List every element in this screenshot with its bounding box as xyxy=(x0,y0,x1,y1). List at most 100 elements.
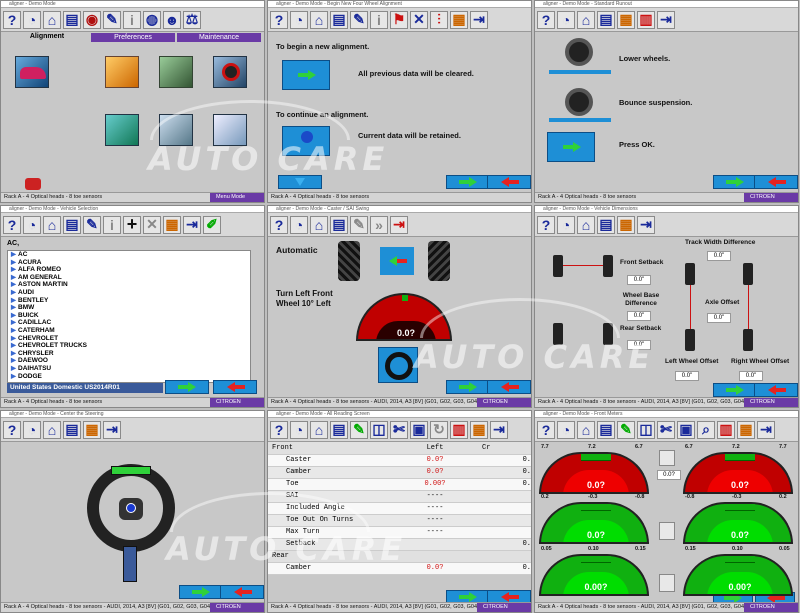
continue-button[interactable] xyxy=(282,126,330,156)
cancel-button[interactable] xyxy=(487,175,531,189)
steps-icon[interactable]: ▦ xyxy=(450,10,468,29)
edit-icon[interactable]: ✐ xyxy=(203,215,221,234)
ok-button[interactable] xyxy=(713,175,757,189)
help-icon[interactable]: ? xyxy=(537,420,555,439)
next-icon[interactable]: ⇥ xyxy=(657,10,675,29)
home-icon[interactable]: ⌂ xyxy=(43,215,61,234)
list-item[interactable]: ▶ AUDI xyxy=(8,289,250,297)
cancel-button[interactable] xyxy=(754,175,798,189)
gauge-icon[interactable]: ◔ xyxy=(23,420,41,439)
list-item[interactable]: ▶ CATERHAM xyxy=(8,327,250,335)
gauge-icon[interactable]: ◔ xyxy=(557,215,575,234)
gauge-icon[interactable]: ◔ xyxy=(290,10,308,29)
begin-new-button[interactable] xyxy=(282,60,330,90)
make-list[interactable]: ▶ AC ▶ ACURA ▶ ALFA ROMEO ▶ AM GENERAL ▶ ASTON MA… xyxy=(7,250,251,383)
tools-icon[interactable]: ✎ xyxy=(103,10,121,29)
list-item[interactable]: ▶ BMW xyxy=(8,304,250,312)
home-icon[interactable]: ⌂ xyxy=(310,10,328,29)
print-icon[interactable]: ▤ xyxy=(597,215,615,234)
delete-icon[interactable]: ✕ xyxy=(143,215,161,234)
help-icon[interactable]: ? xyxy=(270,420,288,439)
list-item[interactable]: ▶ DAIHATSU xyxy=(8,365,250,373)
home-icon[interactable]: ⌂ xyxy=(310,420,328,439)
operator-button[interactable] xyxy=(213,114,247,146)
next-icon[interactable]: ⇥ xyxy=(390,215,408,234)
print-icon[interactable]: ▤ xyxy=(597,10,615,29)
steps-icon[interactable]: ▦ xyxy=(470,420,488,439)
list-item[interactable]: ▶ AC xyxy=(8,251,250,259)
help-icon[interactable]: ? xyxy=(3,10,21,29)
ok-button[interactable] xyxy=(446,175,490,189)
gauge-icon[interactable]: ◔ xyxy=(557,10,575,29)
gauge-icon[interactable]: ◔ xyxy=(290,420,308,439)
cancel-button[interactable] xyxy=(213,380,257,394)
list-item[interactable]: ▶ CHEVROLET TRUCKS xyxy=(8,342,250,350)
skip-icon[interactable]: » xyxy=(370,215,388,234)
gauge-icon[interactable]: ◔ xyxy=(290,215,308,234)
list-item[interactable]: ▶ AM GENERAL xyxy=(8,274,250,282)
print-icon[interactable]: ▤ xyxy=(63,420,81,439)
home-icon[interactable]: ⌂ xyxy=(577,10,595,29)
camera-icon[interactable]: ▣ xyxy=(410,420,428,439)
next-icon[interactable]: ⇥ xyxy=(637,215,655,234)
cancel-button[interactable] xyxy=(220,585,264,599)
gauge-icon[interactable]: ◔ xyxy=(557,420,575,439)
down-button[interactable] xyxy=(278,175,322,189)
customer-icon[interactable]: ◉ xyxy=(83,10,101,29)
zoom-icon[interactable]: ⌕ xyxy=(697,420,715,439)
home-icon[interactable]: ⌂ xyxy=(577,215,595,234)
adjust-icon[interactable]: ✄ xyxy=(657,420,675,439)
help-icon[interactable]: ? xyxy=(270,10,288,29)
steps-icon[interactable]: ▦ xyxy=(617,215,635,234)
help-icon[interactable]: ? xyxy=(3,420,21,439)
tab-maintenance[interactable]: Maintenance xyxy=(177,33,261,42)
info-icon[interactable]: i xyxy=(103,215,121,234)
print-icon[interactable]: ▤ xyxy=(597,420,615,439)
user-icon[interactable]: ☻ xyxy=(163,10,181,29)
add-icon[interactable]: + xyxy=(123,214,141,234)
adjust-icon[interactable]: ✄ xyxy=(390,420,408,439)
wrench-icon[interactable]: ✎ xyxy=(617,420,635,439)
ok-button[interactable] xyxy=(446,380,490,394)
gauge-icon[interactable]: ◔ xyxy=(23,215,41,234)
scale-icon[interactable]: ⚖ xyxy=(183,10,201,29)
help-icon[interactable]: ? xyxy=(537,10,555,29)
steps-icon[interactable]: ▦ xyxy=(163,215,181,234)
print-icon[interactable]: ▤ xyxy=(330,215,348,234)
home-icon[interactable]: ⌂ xyxy=(577,420,595,439)
press-ok-button[interactable] xyxy=(547,132,595,162)
measure-button[interactable] xyxy=(159,56,193,88)
next-icon[interactable]: ⇥ xyxy=(757,420,775,439)
list-item[interactable]: ▶ BENTLEY xyxy=(8,297,250,305)
tab-alignment[interactable]: Alignment xyxy=(7,32,87,42)
ok-button[interactable] xyxy=(165,380,209,394)
camera-icon[interactable]: ▣ xyxy=(677,420,695,439)
steps-icon[interactable]: ▦ xyxy=(737,420,755,439)
tools-icon[interactable]: ✎ xyxy=(83,215,101,234)
list-item[interactable]: ▶ BUICK xyxy=(8,312,250,320)
vehicle-select-button[interactable] xyxy=(15,56,49,88)
home-icon[interactable]: ⌂ xyxy=(310,215,328,234)
gauge-icon[interactable]: ◔ xyxy=(23,10,41,29)
next-icon[interactable]: ⇥ xyxy=(103,420,121,439)
list-item[interactable]: ▶ CHRYSLER xyxy=(8,350,250,358)
tab-preferences[interactable]: Preferences xyxy=(91,33,175,42)
help-icon[interactable]: ? xyxy=(270,215,288,234)
specs-button[interactable] xyxy=(159,114,193,146)
print-icon[interactable]: ▤ xyxy=(63,215,81,234)
next-icon[interactable]: ⇥ xyxy=(470,10,488,29)
sensor-icon[interactable]: ▥ xyxy=(637,10,655,29)
ok-button[interactable] xyxy=(713,383,757,397)
chart-icon[interactable]: ▥ xyxy=(717,420,735,439)
jack-icon[interactable]: ◫ xyxy=(370,420,388,439)
home-icon[interactable]: ⌂ xyxy=(43,420,61,439)
list-item[interactable]: ▶ DODGE xyxy=(8,373,250,381)
list-item[interactable]: ▶ ALFA ROMEO xyxy=(8,266,250,274)
list-item[interactable]: ▶ ACURA xyxy=(8,259,250,267)
help-icon[interactable]: ? xyxy=(3,215,21,234)
list-item[interactable]: ▶ DAEWOO xyxy=(8,357,250,365)
refresh-icon[interactable]: ↻ xyxy=(430,420,448,439)
print-icon[interactable]: ▤ xyxy=(330,420,348,439)
search-field[interactable]: AC, xyxy=(7,240,207,249)
chart-icon[interactable]: ▥ xyxy=(450,420,468,439)
